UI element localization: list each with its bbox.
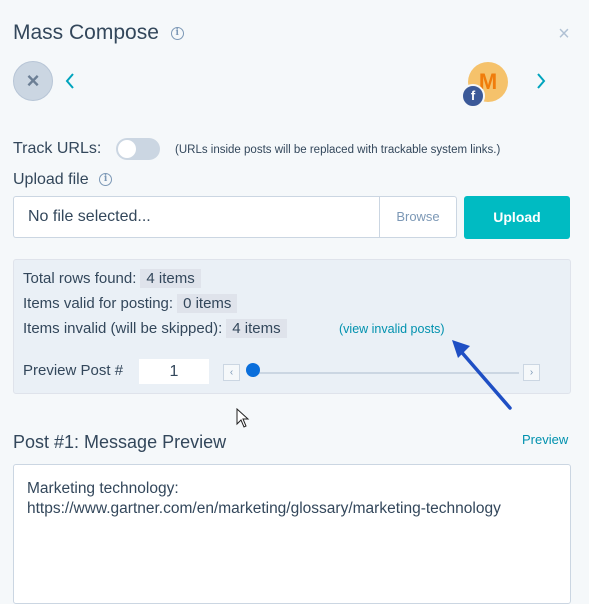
chevron-right-icon[interactable] [535,72,547,95]
info-icon[interactable]: i [99,173,113,187]
track-urls-toggle[interactable] [116,138,160,160]
upload-file-label: Upload file i [13,171,113,189]
toggle-knob [118,140,136,158]
browse-button[interactable]: Browse [379,196,457,238]
message-line: https://www.gartner.com/en/marketing/glo… [27,500,501,517]
valid-items-value: 0 items [177,294,238,313]
message-line: Marketing technology: [27,480,179,497]
invalid-items-label: Items invalid (will be skipped): [23,320,223,337]
valid-items-label: Items valid for posting: [23,295,174,312]
upload-button[interactable]: Upload [464,196,570,239]
total-rows-label: Total rows found: [23,270,137,287]
view-invalid-posts-link[interactable]: (view invalid posts) [339,322,445,336]
remove-account-button[interactable]: × [13,61,53,101]
slider-next-icon[interactable]: › [523,364,540,381]
valid-items-row: Items valid for posting: 0 items [23,294,238,313]
total-rows-value: 4 items [140,269,201,288]
preview-slider-thumb[interactable] [246,363,260,377]
modal-title-text: Mass Compose [13,21,159,44]
preview-link[interactable]: Preview [522,432,568,447]
annotation-arrow-icon [452,340,512,410]
info-icon[interactable]: i [170,26,184,40]
invalid-items-row: Items invalid (will be skipped): 4 items [23,319,287,338]
track-urls-label: Track URLs: [13,140,102,157]
message-preview-title: Post #1: Message Preview [13,432,227,452]
facebook-icon: f [461,84,485,108]
preview-post-label: Preview Post # [23,362,124,379]
track-urls-hint: (URLs inside posts will be replaced with… [175,144,501,156]
preview-post-number-input[interactable]: 1 [139,359,209,384]
file-input[interactable]: No file selected... [13,196,379,238]
message-preview-box[interactable]: Marketing technology: https://www.gartne… [13,464,571,604]
total-rows-row: Total rows found: 4 items [23,269,201,288]
chevron-left-icon[interactable] [64,72,76,95]
invalid-items-value: 4 items [226,319,287,338]
modal-title: Mass Compose i [13,21,184,45]
mouse-cursor-icon [236,408,250,428]
slider-prev-icon[interactable]: ‹ [223,364,240,381]
upload-file-label-text: Upload file [13,171,89,188]
close-icon[interactable]: × [553,23,575,45]
